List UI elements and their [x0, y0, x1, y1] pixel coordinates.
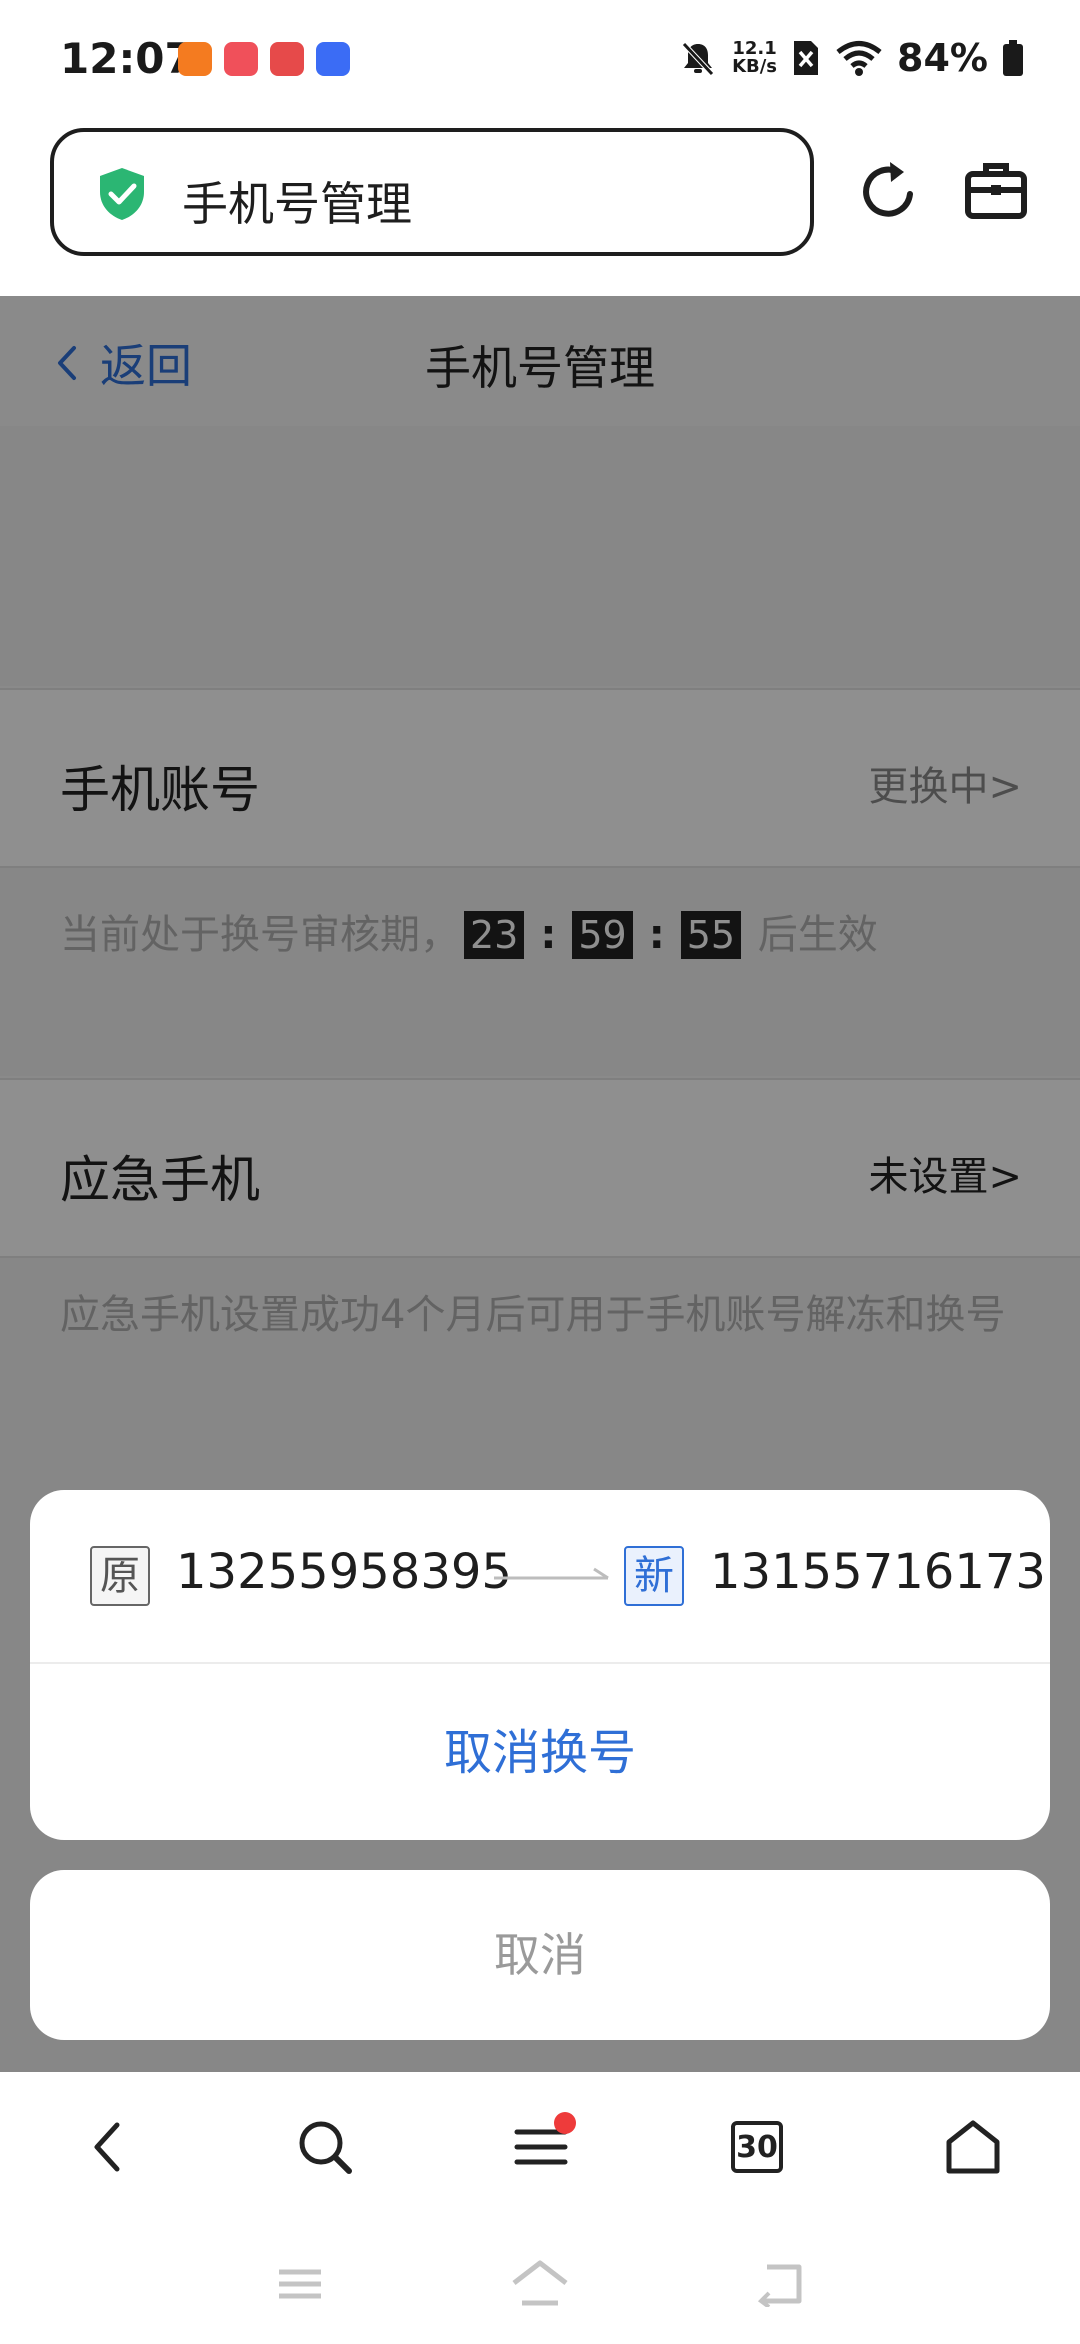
wifi-icon: [836, 41, 882, 76]
tabs-icon: 30: [731, 2121, 783, 2173]
new-number-tag: 新: [624, 1546, 684, 1606]
toolbar-search-button[interactable]: [290, 2112, 360, 2182]
refresh-icon[interactable]: [858, 158, 922, 226]
shield-check-icon: [100, 168, 144, 220]
old-phone-number: 13255958395: [176, 1544, 512, 1600]
toolbox-icon[interactable]: [964, 158, 1028, 222]
app-icon-2: [224, 42, 258, 76]
toolbar-back-button[interactable]: [72, 2112, 142, 2182]
tab-count: 30: [736, 2129, 778, 2165]
number-swap-row: 原 13255958395 新 13155716173: [30, 1490, 1050, 1664]
system-home-button[interactable]: [508, 2252, 572, 2316]
app-icon-1: [178, 42, 212, 76]
address-title: 手机号管理: [182, 177, 412, 231]
back-arrow-icon: [757, 2264, 802, 2307]
browser-toolbar: 30: [0, 2072, 1080, 2222]
home-icon: [946, 2120, 1000, 2174]
net-speed-unit: KB/s: [732, 56, 778, 77]
toolbar-tabs-button[interactable]: 30: [722, 2112, 792, 2182]
toolbar-home-button[interactable]: [938, 2112, 1008, 2182]
status-indicators: 12.1 KB/s 84%: [678, 36, 1024, 80]
old-number-tag: 原: [90, 1546, 150, 1606]
mute-bell-icon: [682, 42, 714, 76]
system-recents-button[interactable]: [268, 2252, 332, 2316]
battery-icon: [1003, 40, 1023, 76]
system-nav-bar: [0, 2222, 1080, 2344]
address-bar[interactable]: 手机号管理: [50, 128, 814, 256]
no-sim-icon: [794, 41, 819, 75]
change-number-sheet: 原 13255958395 新 13155716173 取消换号: [30, 1490, 1050, 1840]
app-icon-4: [316, 42, 350, 76]
notification-app-icons: [178, 42, 350, 76]
search-icon: [299, 2121, 352, 2174]
status-time: 12:07: [60, 34, 194, 83]
recents-icon: [279, 2269, 321, 2299]
cancel-button[interactable]: 取消: [30, 1870, 1050, 2040]
chevron-left-icon: [94, 2122, 120, 2172]
notification-dot: [554, 2112, 576, 2134]
new-phone-number: 13155716173: [710, 1544, 1046, 1600]
status-bar: 12:07 12.1 KB/s 84%: [0, 0, 1080, 120]
system-back-button[interactable]: [748, 2252, 812, 2316]
toolbar-menu-button[interactable]: [506, 2112, 576, 2182]
home-icon: [512, 2260, 568, 2306]
network-speed: 12.1 KB/s: [732, 40, 777, 76]
battery-percent: 84%: [897, 36, 988, 80]
app-icon-3: [270, 42, 304, 76]
arrow-right-icon: [494, 1567, 609, 1580]
cancel-number-change-button[interactable]: 取消换号: [30, 1666, 1050, 1840]
